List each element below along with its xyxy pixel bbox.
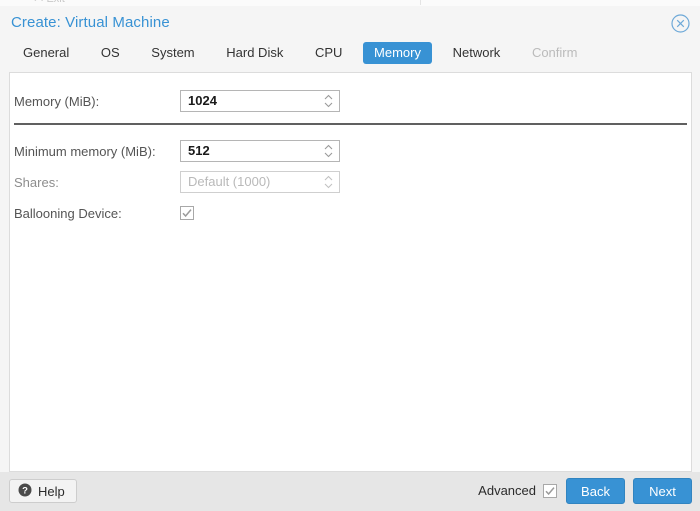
ballooning-device-label: Ballooning Device: [14, 205, 122, 221]
tab-hard-disk[interactable]: Hard Disk [215, 42, 294, 64]
svg-text:?: ? [22, 485, 28, 496]
dialog-footer: ? Help Advanced Back Next [0, 472, 700, 511]
ballooning-device-checkbox[interactable] [180, 206, 194, 220]
dialog-title: Create: Virtual Machine [11, 14, 170, 31]
memory-settings-panel: Memory (MiB): 1024 Minimum memory (MiB): [9, 72, 692, 472]
next-button[interactable]: Next [633, 478, 692, 504]
wizard-tab-bar: General OS System Hard Disk CPU Memory N… [0, 42, 700, 72]
checkmark-icon [182, 209, 192, 218]
create-virtual-machine-dialog: Create: Virtual Machine General OS Syste… [0, 6, 700, 511]
tab-cpu[interactable]: CPU [304, 42, 353, 64]
help-button-label: Help [38, 483, 65, 499]
shares-label: Shares: [14, 174, 59, 190]
memory-form: Memory (MiB): 1024 Minimum memory (MiB): [10, 73, 691, 227]
tab-confirm: Confirm [531, 45, 578, 60]
background-remnant-text: ‹ ‹ Exit [33, 0, 65, 5]
tab-memory[interactable]: Memory [363, 42, 432, 64]
tab-network[interactable]: Network [442, 42, 512, 64]
form-row-shares: Shares: Default (1000) [10, 168, 691, 196]
tab-os[interactable]: OS [90, 42, 131, 64]
checkmark-icon [545, 486, 555, 495]
section-divider [14, 123, 687, 125]
memory-input[interactable]: 1024 [180, 90, 340, 112]
form-row-memory: Memory (MiB): 1024 [10, 87, 691, 115]
form-row-ballooning-device: Ballooning Device: [10, 199, 691, 227]
minimum-memory-input-value: 512 [188, 143, 210, 158]
help-button[interactable]: ? Help [9, 479, 77, 503]
spinner-arrows-icon[interactable] [323, 143, 334, 159]
back-button[interactable]: Back [566, 478, 625, 504]
question-circle-icon: ? [18, 483, 32, 500]
shares-input[interactable]: Default (1000) [180, 171, 340, 193]
shares-input-placeholder: Default (1000) [188, 174, 271, 189]
advanced-toggle[interactable]: Advanced [478, 483, 557, 498]
tab-system[interactable]: System [140, 42, 205, 64]
advanced-checkbox[interactable] [543, 483, 557, 498]
close-circle-icon[interactable] [671, 14, 690, 33]
memory-input-value: 1024 [188, 93, 217, 108]
form-row-minimum-memory: Minimum memory (MiB): 512 [10, 137, 691, 165]
minimum-memory-label: Minimum memory (MiB): [14, 143, 156, 159]
dialog-header: Create: Virtual Machine [0, 6, 700, 42]
background-remnant-divider [420, 0, 421, 5]
memory-label: Memory (MiB): [14, 93, 100, 109]
spinner-arrows-icon [323, 174, 334, 190]
advanced-label: Advanced [478, 483, 536, 498]
spinner-arrows-icon[interactable] [323, 93, 334, 109]
tab-general[interactable]: General [12, 42, 80, 64]
minimum-memory-input[interactable]: 512 [180, 140, 340, 162]
